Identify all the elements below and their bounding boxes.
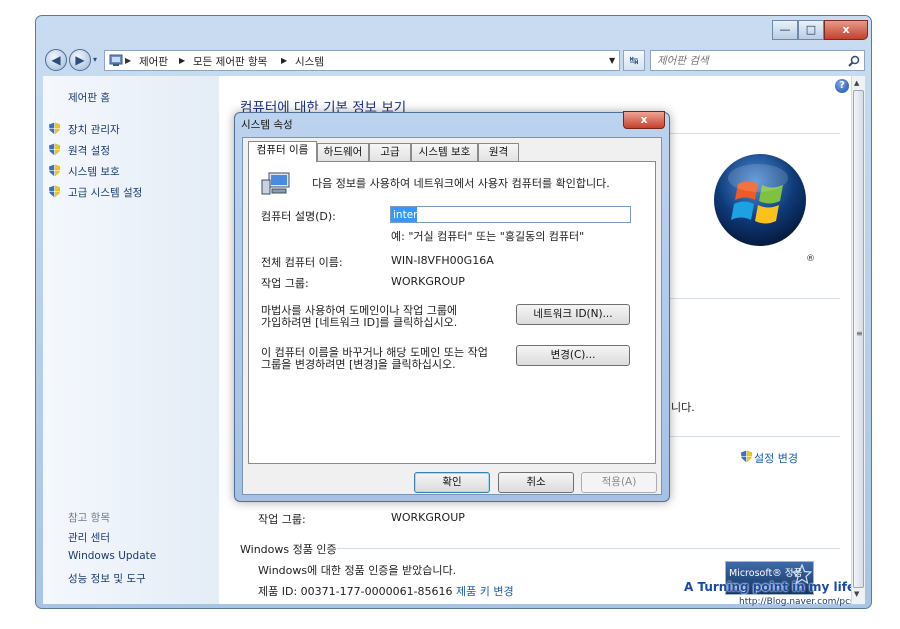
intro-text: 다음 정보를 사용하여 네트워크에서 사용자 컴퓨터를 확인합니다. [312,177,610,190]
close-icon: x [640,113,648,126]
ok-button[interactable]: 확인 [414,472,490,493]
close-window-button[interactable]: x [824,20,868,40]
see-also-heading: 참고 항목 [68,512,110,524]
tab-computer-name[interactable]: 컴퓨터 이름 [248,141,317,162]
forward-button[interactable]: ▶ [69,49,91,71]
apply-button[interactable]: 적용(A) [581,472,657,493]
windows-update-link[interactable]: Windows Update [68,550,156,562]
cancel-button[interactable]: 취소 [498,472,574,493]
workgroup-value: WORKGROUP [391,511,465,524]
back-arrow-icon: ◀ [51,53,61,67]
activation-status: Windows에 대한 정품 인증을 받았습니다. [258,564,457,577]
change-product-key-link[interactable]: 제품 키 변경 [456,583,514,599]
maximize-button[interactable]: □ [798,20,824,40]
trademark-icon: ® [806,254,815,264]
shield-icon [741,450,752,463]
remote-settings-link[interactable]: 원격 설정 [68,143,110,158]
product-id: 제품 ID: 00371-177-0000061-85616 [258,585,453,598]
breadcrumb-control-panel[interactable]: 제어판 [139,54,168,69]
workgroup-label: 작업 그룹: [261,277,309,290]
action-center-link[interactable]: 관리 센터 [68,530,110,545]
scroll-down-icon[interactable]: ▼ [854,590,859,598]
divider [337,548,840,549]
computer-description-input[interactable] [390,206,631,223]
control-panel-icon [109,54,123,66]
control-panel-home-link[interactable]: 제어판 홈 [68,90,110,105]
computer-icon [261,172,290,195]
shield-icon [49,143,60,156]
activation-header: Windows 정품 인증 [240,543,337,556]
scroll-thumb[interactable]: ≡ [853,90,864,588]
divider [670,436,840,437]
windows-logo-icon [714,154,806,246]
full-computer-name-value: WIN-I8VFH00G16A [391,254,494,267]
change-settings-link[interactable]: 설정 변경 [754,450,798,466]
breadcrumb-separator-icon: ▶ [125,56,132,65]
tab-system-protection[interactable]: 시스템 보호 [411,143,478,161]
dialog-close-button[interactable]: x [623,111,665,129]
refresh-icon: ↹ [629,54,639,67]
breadcrumb-separator-icon: ▶ [179,56,186,65]
shield-icon [49,122,60,135]
grip-icon: ≡ [856,329,863,338]
dialog-title: 시스템 속성 [241,119,293,131]
help-button[interactable]: ? [835,79,849,93]
change-button[interactable]: 변경(C)... [516,345,630,366]
workgroup-label: 작업 그룹: [258,513,306,526]
vertical-scrollbar[interactable]: ▲ ≡ ▼ [851,76,865,604]
shield-icon [49,185,60,198]
description-example: 예: "거실 컴퓨터" 또는 "홍길동의 컴퓨터" [391,230,585,243]
full-computer-name-label: 전체 컴퓨터 이름: [261,256,343,269]
workgroup-value: WORKGROUP [391,275,465,288]
network-id-button[interactable]: 네트워크 ID(N)... [516,304,630,325]
watermark-url: http://Blog.naver.com/pcset [739,597,864,607]
tab-advanced[interactable]: 고급 [369,143,411,161]
shield-icon [49,164,60,177]
back-button[interactable]: ◀ [45,49,67,71]
address-dropdown-icon[interactable]: ▼ [609,56,615,65]
computer-description-label: 컴퓨터 설명(D): [261,210,336,223]
minimize-button[interactable]: — [772,20,798,40]
refresh-button[interactable]: ↹ [623,50,645,71]
help-icon: ? [839,80,845,91]
search-icon[interactable] [848,55,860,67]
network-id-instruction-line2: 가입하려면 [네트워크 ID]를 클릭하십시오. [261,316,458,329]
divider [670,133,840,134]
breadcrumb-separator-icon: ▶ [281,56,288,65]
scroll-up-icon[interactable]: ▲ [854,79,859,87]
watermark-text: A Turning point in my life [684,580,856,594]
search-box[interactable] [650,50,865,71]
tab-remote[interactable]: 원격 [478,143,519,161]
recent-pages-chevron-icon[interactable]: ▾ [93,55,97,64]
divider [670,298,840,299]
performance-tools-link[interactable]: 성능 정보 및 도구 [68,571,146,586]
partial-text: 니다. [671,401,695,414]
search-input[interactable] [655,53,839,69]
breadcrumb-system[interactable]: 시스템 [295,54,324,69]
address-bar[interactable]: ▶ 제어판 ▶ 모든 제어판 항목 ▶ 시스템 ▼ [104,50,620,71]
device-manager-link[interactable]: 장치 관리자 [68,122,120,137]
rename-instruction-line2: 그룹을 변경하려면 [변경]을 클릭하십시오. [261,358,456,371]
tab-hardware[interactable]: 하드웨어 [317,143,369,161]
system-protection-link[interactable]: 시스템 보호 [68,164,120,179]
breadcrumb-all-items[interactable]: 모든 제어판 항목 [193,54,267,69]
advanced-system-settings-link[interactable]: 고급 시스템 설정 [68,185,142,200]
forward-arrow-icon: ▶ [75,53,85,67]
